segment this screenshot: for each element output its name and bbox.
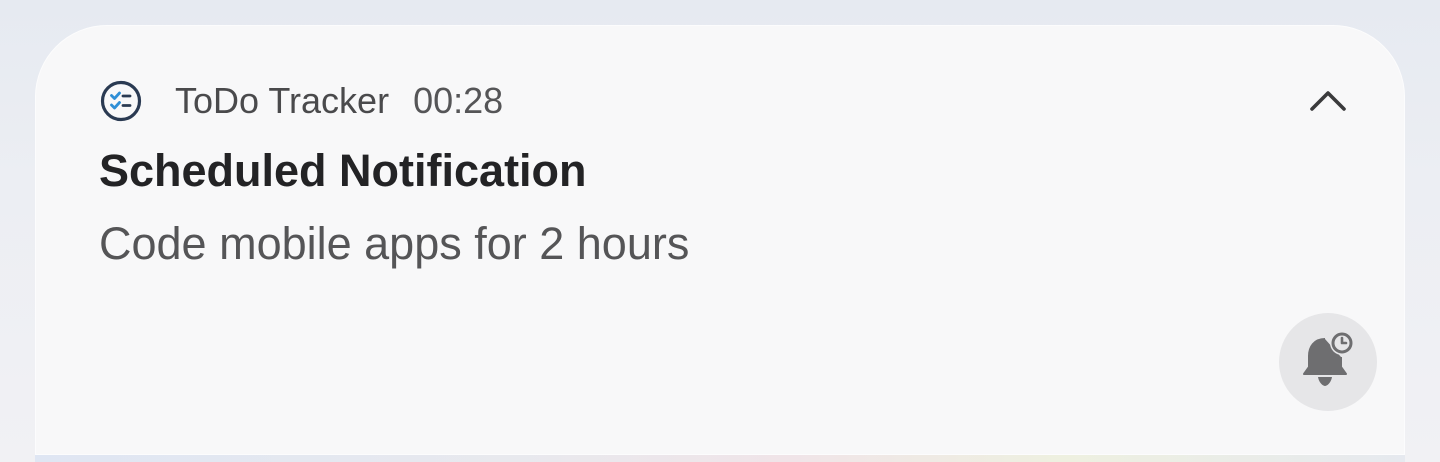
- next-notification-edge: [35, 455, 1405, 462]
- notification-title: Scheduled Notification: [99, 145, 587, 196]
- collapse-button[interactable]: [1305, 80, 1351, 124]
- app-name: ToDo Tracker: [175, 80, 390, 121]
- notification-body: Code mobile apps for 2 hours: [99, 218, 690, 269]
- snooze-button[interactable]: [1279, 313, 1377, 411]
- notification-time: 00:28: [413, 80, 504, 121]
- notification-card[interactable]: ToDo Tracker 00:28 Scheduled Notificatio…: [35, 25, 1405, 455]
- bell-snooze-icon: [1298, 329, 1358, 396]
- checklist-icon: [99, 79, 143, 123]
- chevron-up-icon: [1308, 87, 1348, 118]
- notification-header: ToDo Tracker 00:28: [99, 79, 503, 123]
